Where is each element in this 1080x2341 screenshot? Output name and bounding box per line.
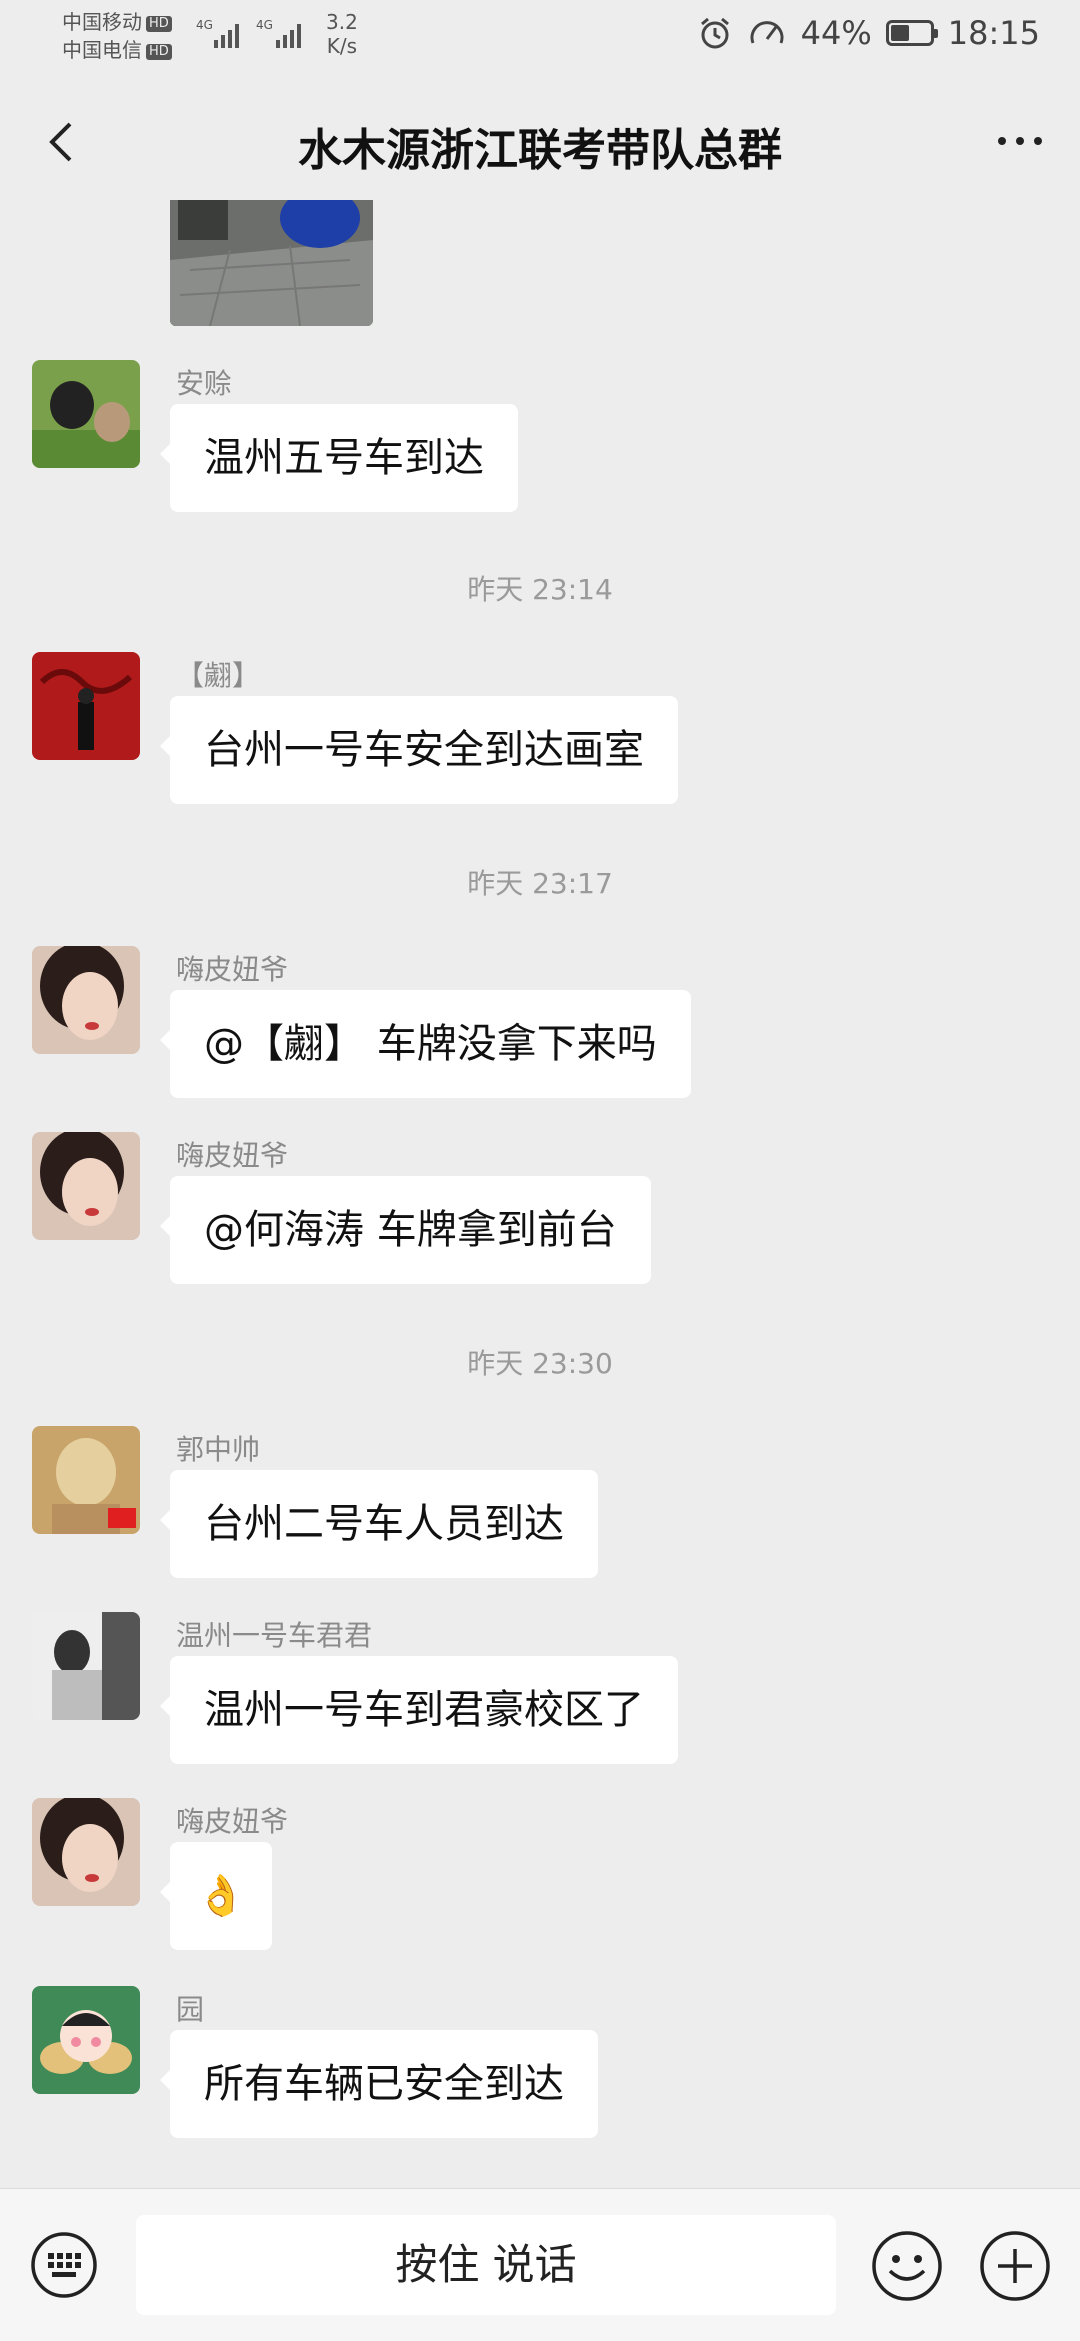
network-speed: 3.2 K/s bbox=[326, 10, 358, 58]
hd-badge-1: HD bbox=[146, 16, 172, 32]
chat-title: 水木源浙江联考带队总群 bbox=[298, 125, 782, 176]
battery-percent: 44% bbox=[800, 14, 872, 52]
image-message[interactable] bbox=[170, 200, 373, 326]
timestamp: 昨天 23:30 bbox=[467, 1347, 613, 1380]
clock: 18:15 bbox=[947, 14, 1040, 52]
sender-name: 温州一号车君君 bbox=[176, 1619, 373, 1652]
message-bubble[interactable]: 温州五号车到达 bbox=[160, 404, 518, 512]
network-type-1: 4G bbox=[196, 18, 213, 32]
photo-thumbnail bbox=[170, 200, 373, 326]
avatar[interactable] bbox=[32, 946, 140, 1054]
signal-icon-2 bbox=[276, 24, 301, 48]
more-icon[interactable] bbox=[990, 116, 1050, 166]
sender-name: 园 bbox=[176, 1993, 205, 2026]
message-bubble[interactable]: @【翽】 车牌没拿下来吗 bbox=[160, 990, 691, 1098]
alarm-icon bbox=[700, 17, 729, 49]
message-bubble[interactable]: @何海涛 车牌拿到前台 bbox=[160, 1176, 651, 1284]
hd-badge-2: HD bbox=[146, 44, 172, 60]
avatar[interactable] bbox=[32, 1132, 140, 1240]
speed-unit: K/s bbox=[326, 34, 358, 58]
timestamp: 昨天 23:17 bbox=[467, 867, 613, 900]
keyboard-icon[interactable] bbox=[30, 2231, 98, 2299]
plus-icon[interactable] bbox=[978, 2229, 1052, 2303]
avatar[interactable] bbox=[32, 1612, 140, 1720]
timestamp: 昨天 23:14 bbox=[467, 573, 613, 606]
avatar[interactable] bbox=[32, 1986, 140, 2094]
input-bar: 按住 说话 bbox=[0, 2188, 1080, 2341]
network-type-2: 4G bbox=[256, 18, 273, 32]
avatar[interactable] bbox=[32, 1798, 140, 1906]
sender-name: 郭中帅 bbox=[176, 1433, 261, 1466]
sender-name: 嗨皮妞爷 bbox=[176, 1805, 289, 1838]
avatar[interactable] bbox=[32, 360, 140, 468]
sender-name: 【翽】 bbox=[176, 659, 261, 692]
message-bubble[interactable]: 所有车辆已安全到达 bbox=[160, 2030, 598, 2138]
avatar[interactable] bbox=[32, 652, 140, 760]
carrier-info: 中国移动 HD 中国电信 HD bbox=[62, 8, 172, 64]
carrier-1: 中国移动 bbox=[62, 10, 142, 34]
hold-to-talk-button[interactable]: 按住 说话 bbox=[136, 2215, 836, 2315]
status-bar: 中国移动 HD 中国电信 HD 4G 4G 3.2 K/s 44% 18:15 bbox=[0, 0, 1080, 72]
sender-name: 嗨皮妞爷 bbox=[176, 1139, 289, 1172]
signal-icon-1 bbox=[214, 24, 239, 48]
sender-name: 安赊 bbox=[176, 367, 233, 400]
message-bubble[interactable]: 台州二号车人员到达 bbox=[160, 1470, 598, 1578]
carrier-2: 中国电信 bbox=[62, 38, 142, 62]
message-bubble[interactable]: 台州一号车安全到达画室 bbox=[160, 696, 678, 804]
sender-name: 嗨皮妞爷 bbox=[176, 953, 289, 986]
message-bubble[interactable]: 👌 bbox=[160, 1842, 272, 1950]
avatar[interactable] bbox=[32, 1426, 140, 1534]
speed-value: 3.2 bbox=[326, 10, 358, 34]
emoji-icon[interactable] bbox=[870, 2229, 944, 2303]
chat-header: 水木源浙江联考带队总群 bbox=[0, 92, 1080, 192]
battery-icon bbox=[885, 20, 938, 46]
message-bubble[interactable]: 温州一号车到君豪校区了 bbox=[160, 1656, 678, 1764]
speedometer-icon bbox=[750, 21, 784, 44]
message-list[interactable]: 安赊 温州五号车到达 昨天 23:14 【翽】 台州一号车安全到达画室 昨天 2… bbox=[0, 200, 1080, 2185]
